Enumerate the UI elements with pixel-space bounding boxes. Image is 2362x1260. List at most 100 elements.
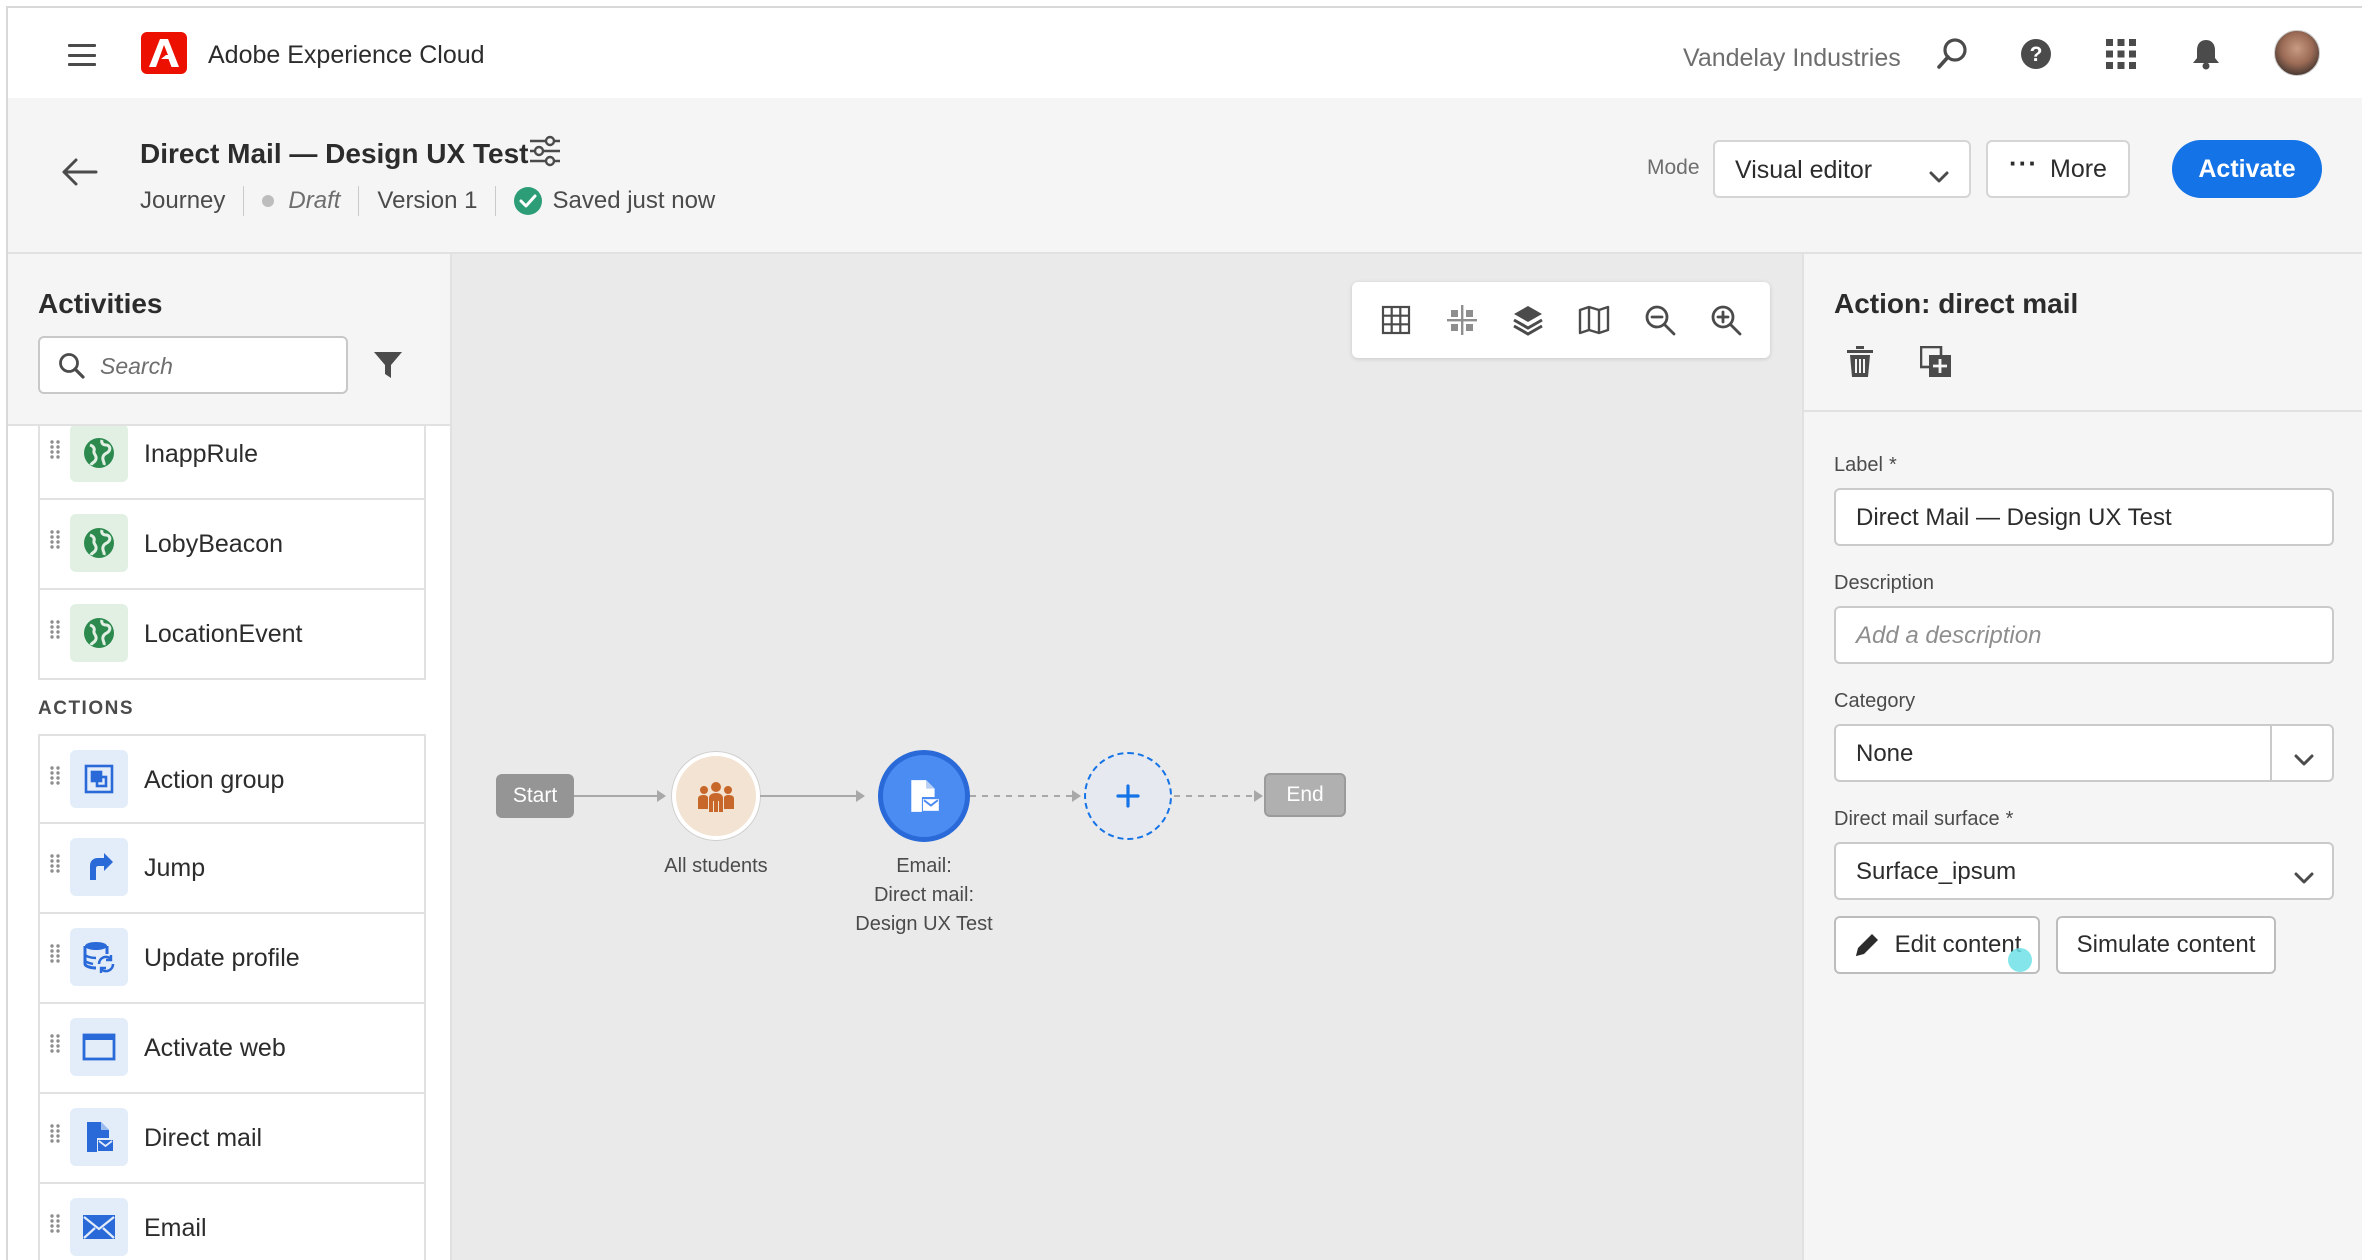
activity-label: Action group — [144, 766, 285, 794]
layers-icon[interactable] — [1506, 298, 1550, 342]
zoom-in-icon[interactable] — [1704, 298, 1748, 342]
more-button[interactable]: ··· More — [1986, 140, 2130, 198]
top-app-bar: Adobe Experience Cloud Vandelay Industri… — [8, 8, 2362, 98]
link-arrow — [1072, 790, 1081, 802]
divider — [243, 186, 245, 216]
activity-item-email[interactable]: Email — [38, 1184, 426, 1260]
direct-mail-node[interactable] — [878, 750, 970, 842]
field-label-text: Direct mail surface — [1834, 808, 2000, 830]
panel-divider — [1804, 410, 2362, 412]
back-arrow-icon[interactable] — [62, 158, 98, 191]
activity-item-update-profile[interactable]: Update profile — [38, 914, 426, 1004]
activity-item-jump[interactable]: Jump — [38, 824, 426, 914]
surface-value: Surface_ipsum — [1856, 858, 2017, 885]
activity-item-inapprule[interactable]: InappRule — [38, 426, 426, 500]
journey-type: Journey — [140, 187, 226, 214]
action-group-icon — [70, 750, 128, 808]
drag-handle-icon[interactable] — [50, 854, 60, 874]
surface-dropdown[interactable]: Surface_ipsum — [1834, 842, 2334, 900]
duplicate-icon[interactable] — [1919, 345, 1952, 383]
activity-label: Direct mail — [144, 1124, 263, 1152]
user-avatar[interactable] — [2274, 30, 2320, 76]
link-mail-add — [970, 795, 1076, 797]
filter-funnel-icon[interactable] — [373, 350, 403, 385]
drag-handle-icon[interactable] — [50, 620, 60, 640]
apps-grid-icon[interactable] — [2103, 36, 2139, 72]
org-switcher[interactable]: Vandelay Industries — [1683, 44, 1901, 73]
category-dropdown[interactable]: None — [1834, 724, 2334, 782]
drag-handle-icon[interactable] — [50, 1034, 60, 1054]
drag-handle-icon[interactable] — [50, 440, 60, 460]
simulate-content-button[interactable]: Simulate content — [2056, 916, 2276, 974]
more-label: More — [2050, 154, 2107, 183]
activity-label: LocationEvent — [144, 620, 303, 648]
journey-canvas[interactable]: Start All students Email: Direct mail: D… — [452, 254, 1802, 1260]
svg-text:?: ? — [2030, 43, 2043, 66]
app-window: Adobe Experience Cloud Vandelay Industri… — [6, 6, 2362, 1260]
mode-value: Visual editor — [1735, 156, 1873, 184]
link-arrow — [1254, 790, 1263, 802]
drag-handle-icon[interactable] — [50, 944, 60, 964]
journey-version[interactable]: Version 1 — [377, 187, 477, 215]
activities-search-input[interactable]: Search — [38, 336, 348, 394]
node-label-line: Design UX Test — [855, 913, 993, 935]
link-add-end — [1174, 795, 1258, 797]
search-icon[interactable] — [1934, 36, 1970, 72]
journey-title: Direct Mail — Design UX Test — [140, 138, 529, 169]
required-asterisk: * — [1888, 454, 1897, 476]
checkmark-circle-icon — [514, 187, 543, 215]
adobe-logo-icon[interactable] — [141, 32, 187, 74]
segment-node-label: All students — [664, 855, 768, 877]
description-field-label: Description — [1834, 572, 1935, 594]
notifications-bell-icon[interactable] — [2188, 36, 2224, 72]
direct-mail-icon — [911, 780, 939, 812]
activities-palette: Activities Search InappRule LobyBeacon L… — [8, 254, 452, 1260]
zoom-out-icon[interactable] — [1638, 298, 1682, 342]
activity-item-locationevent[interactable]: LocationEvent — [38, 590, 426, 680]
end-node[interactable]: End — [1264, 773, 1346, 817]
mode-dropdown[interactable]: Visual editor — [1713, 140, 1971, 198]
drag-handle-icon[interactable] — [50, 530, 60, 550]
drag-handle-icon[interactable] — [50, 1124, 60, 1144]
help-icon[interactable]: ? — [2018, 36, 2054, 72]
divider — [495, 186, 497, 216]
node-label-line: Email: — [896, 855, 952, 877]
map-icon[interactable] — [1572, 298, 1616, 342]
add-activity-node[interactable] — [1084, 752, 1172, 840]
align-icon[interactable] — [1440, 298, 1484, 342]
link-start-segment — [574, 795, 661, 797]
trash-icon[interactable] — [1846, 346, 1874, 383]
menu-hamburger-icon[interactable] — [68, 44, 96, 66]
globe-icon — [70, 604, 128, 662]
description-input[interactable]: Add a description — [1834, 606, 2334, 664]
grid-icon[interactable] — [1374, 298, 1418, 342]
activity-label: Update profile — [144, 944, 300, 972]
node-label-line: Direct mail: — [873, 884, 974, 906]
activate-button[interactable]: Activate — [2172, 140, 2322, 198]
label-input[interactable]: Direct Mail — Design UX Test — [1834, 488, 2334, 546]
activity-item-lobybeacon[interactable]: LobyBeacon — [38, 500, 426, 590]
mode-label: Mode — [1647, 156, 1700, 179]
drag-handle-icon[interactable] — [50, 1214, 60, 1234]
start-node[interactable]: Start — [496, 774, 574, 818]
journey-header: Direct Mail — Design UX Test Journey Dra… — [8, 98, 2362, 254]
direct-mail-node-label: Email: Direct mail: Design UX Test — [824, 852, 1024, 939]
panel-title: Action: direct mail — [1834, 288, 2079, 319]
app-name: Adobe Experience Cloud — [208, 41, 485, 69]
browser-window-icon — [70, 1018, 128, 1076]
edit-content-label: Edit content — [1894, 931, 2022, 958]
dropdown-divider — [2270, 726, 2272, 780]
canvas-toolbar — [1352, 282, 1770, 358]
activity-item-direct-mail[interactable]: Direct mail — [38, 1094, 426, 1184]
field-label-text: Label — [1834, 454, 1883, 476]
segment-node[interactable] — [672, 752, 760, 840]
journey-properties-icon[interactable] — [528, 134, 562, 173]
direct-mail-icon — [70, 1108, 128, 1166]
link-segment-mail — [760, 795, 860, 797]
activity-item-activate-web[interactable]: Activate web — [38, 1004, 426, 1094]
drag-handle-icon[interactable] — [50, 766, 60, 786]
search-placeholder: Search — [100, 353, 173, 379]
journey-meta: Journey Draft Version 1 Saved just now — [140, 186, 715, 216]
activity-label: Jump — [144, 854, 206, 882]
activity-item-action-group[interactable]: Action group — [38, 734, 426, 824]
